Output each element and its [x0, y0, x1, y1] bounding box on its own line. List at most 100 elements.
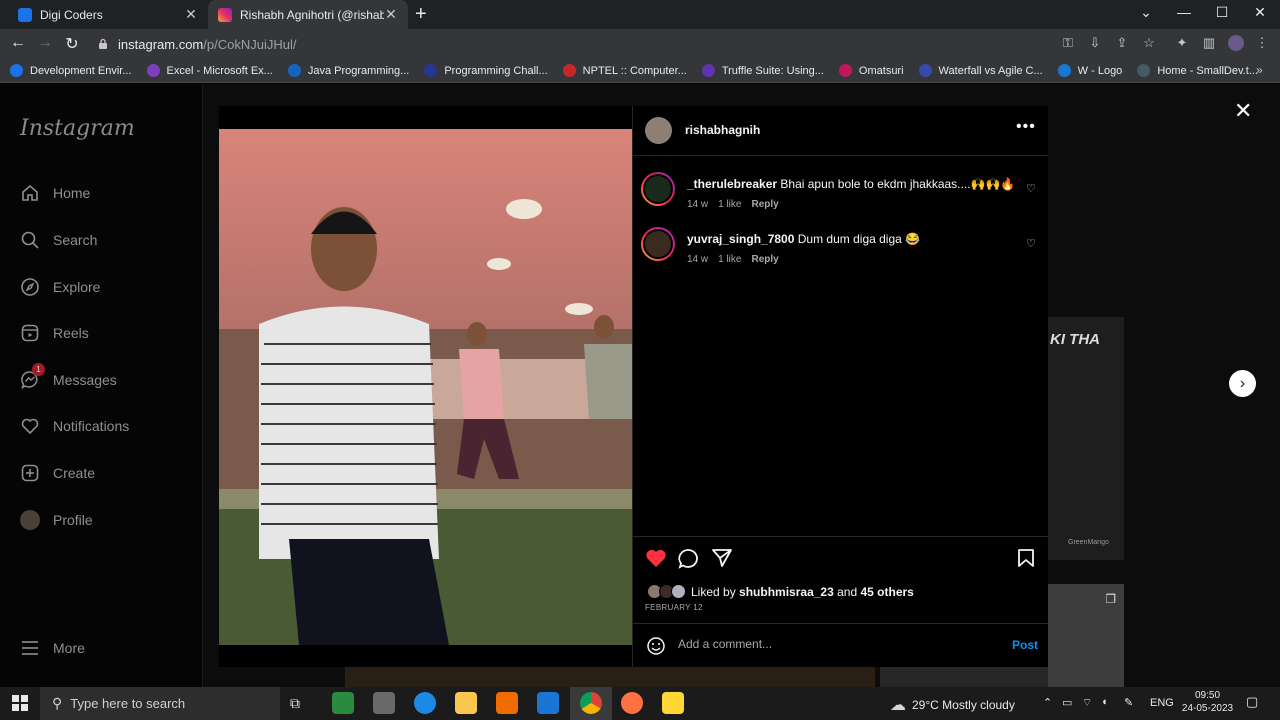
save-bookmark-icon[interactable] [1017, 548, 1035, 573]
emoji-smiley-icon[interactable] [646, 636, 666, 661]
new-tab-icon[interactable]: + [415, 3, 427, 26]
bookmark-item[interactable]: Omatsuri [838, 64, 904, 77]
bookmark-item[interactable]: Truffle Suite: Using... [701, 64, 824, 77]
more-options-icon[interactable]: ••• [1016, 118, 1036, 136]
maximize-icon[interactable]: ☐ [1212, 4, 1232, 21]
background-post-tile[interactable]: KI THA GreenMango [1048, 317, 1124, 560]
comment-input[interactable] [678, 637, 998, 651]
key-icon[interactable]: ⚿ [1059, 35, 1077, 51]
wifi-icon[interactable]: ⌔ [1082, 696, 1092, 710]
address-bar[interactable]: instagram.com/p/CokNJuiJHul/ [88, 32, 968, 56]
vscode-app-icon[interactable] [537, 692, 559, 714]
background-post-tile[interactable] [345, 667, 875, 687]
bookmark-item[interactable]: Development Envir... [10, 64, 132, 77]
owner-avatar[interactable] [645, 117, 672, 144]
sidebar-item-reels[interactable]: Reels [20, 321, 89, 345]
edge-app-icon[interactable] [414, 692, 436, 714]
extensions-icon[interactable]: ✦ [1173, 35, 1191, 51]
app-icon[interactable] [373, 692, 395, 714]
post-comment-button[interactable]: Post [1012, 638, 1038, 652]
like-heart-icon[interactable] [645, 548, 667, 573]
comment-time[interactable]: 14 w [687, 199, 708, 210]
bookmark-item[interactable]: Home - SmallDev.t... [1137, 64, 1258, 77]
next-post-chevron-right-icon[interactable]: › [1229, 370, 1256, 397]
reload-icon[interactable]: ↻ [62, 34, 82, 54]
tab-close-icon[interactable]: ✕ [184, 6, 198, 23]
sidebar-item-search[interactable]: Search [20, 228, 97, 252]
likes-others-link[interactable]: 45 others [860, 585, 913, 599]
close-icon[interactable]: ✕ [1234, 98, 1252, 124]
share-icon[interactable]: ⇪ [1113, 35, 1131, 51]
sublime-app-icon[interactable] [496, 692, 518, 714]
tab-close-icon[interactable]: ✕ [384, 6, 398, 23]
share-send-icon[interactable] [711, 548, 733, 573]
post-photo[interactable] [219, 129, 632, 645]
chrome-app-icon[interactable] [580, 692, 602, 714]
owner-username[interactable]: rishabhagnih [685, 123, 760, 137]
commenter-avatar[interactable] [641, 172, 675, 206]
app-icon[interactable] [662, 692, 684, 714]
more-bookmarks-icon[interactable]: » [1256, 63, 1263, 77]
notification-center-icon[interactable]: ▢ [1246, 694, 1258, 710]
comment-like-heart-icon[interactable]: ♡ [1026, 182, 1036, 195]
comment-like-count[interactable]: 1 like [718, 199, 741, 210]
liked-by-user[interactable]: shubhmisraa_23 [739, 585, 834, 599]
sidebar-item-notifications[interactable]: Notifications [20, 414, 129, 438]
reply-button[interactable]: Reply [751, 254, 778, 265]
background-post-tile[interactable]: ❐ [1048, 584, 1124, 687]
background-post-tile[interactable] [880, 667, 1048, 687]
comment-like-count[interactable]: 1 like [718, 254, 741, 265]
liker-avatar [671, 584, 686, 599]
clock[interactable]: 09:50 24-05-2023 [1180, 689, 1235, 715]
tab-search-chevron-icon[interactable]: ⌄ [1136, 4, 1156, 21]
sidebar-item-more[interactable]: More [20, 636, 85, 660]
postman-app-icon[interactable] [621, 692, 643, 714]
comment-time[interactable]: 14 w [687, 254, 708, 265]
bookmark-item[interactable]: Programming Chall... [424, 64, 548, 77]
tray-chevron-up-icon[interactable]: ⌃ [1043, 696, 1052, 709]
minimize-icon[interactable]: — [1174, 4, 1194, 20]
instagram-logo[interactable]: Instagram [20, 116, 135, 141]
bookmark-item[interactable]: Excel - Microsoft Ex... [146, 64, 273, 77]
back-icon[interactable]: ← [8, 34, 28, 52]
kebab-menu-icon[interactable]: ⋮ [1253, 35, 1271, 51]
taskbar-search-box[interactable]: ⚲ Type here to search [40, 687, 280, 720]
post-date[interactable]: FEBRUARY 12 [645, 603, 703, 612]
bookmark-item[interactable]: NPTEL :: Computer... [562, 64, 687, 77]
comment-bubble-icon[interactable] [678, 548, 700, 574]
close-window-icon[interactable]: ✕ [1250, 4, 1270, 21]
pycharm-app-icon[interactable] [332, 692, 354, 714]
side-panel-icon[interactable]: ▥ [1200, 35, 1218, 51]
task-view-icon[interactable]: ⧉ [290, 695, 300, 712]
sidebar-item-profile[interactable]: Profile [20, 508, 93, 532]
comment-username[interactable]: yuvraj_singh_7800 [687, 232, 794, 246]
install-icon[interactable]: ⇩ [1086, 35, 1104, 51]
bookmark-item[interactable]: W - Logo [1057, 64, 1122, 77]
comment-username[interactable]: _therulebreaker [687, 177, 777, 191]
weather-widget[interactable]: ☁ 29°C Mostly cloudy [890, 695, 1015, 715]
bookmark-item[interactable]: Java Programming... [287, 64, 409, 77]
sidebar-item-explore[interactable]: Explore [20, 275, 100, 299]
sidebar-item-create[interactable]: Create [20, 461, 95, 485]
bookmark-star-icon[interactable]: ☆ [1140, 35, 1158, 51]
bookmark-favicon-icon [1057, 64, 1071, 77]
browser-tab-instagram[interactable]: Rishabh Agnihotri (@rishabhagnih ✕ [208, 0, 408, 29]
bookmark-favicon-icon [701, 64, 715, 77]
sidebar-item-home[interactable]: Home [20, 181, 90, 205]
reels-icon [20, 323, 40, 343]
reply-button[interactable]: Reply [751, 199, 778, 210]
language-indicator[interactable]: ENG [1150, 697, 1174, 709]
comment-like-heart-icon[interactable]: ♡ [1026, 237, 1036, 250]
windows-start-icon[interactable] [12, 695, 28, 716]
browser-tab-digi-coders[interactable]: Digi Coders ✕ [8, 0, 208, 29]
forward-icon[interactable]: → [35, 34, 55, 52]
commenter-avatar[interactable] [641, 227, 675, 261]
sidebar-item-messages[interactable]: 1 Messages [20, 363, 117, 392]
bookmark-item[interactable]: Waterfall vs Agile C... [918, 64, 1043, 77]
comment-meta: 14 w 1 like Reply [687, 199, 779, 210]
volume-icon[interactable]: ◖ [1101, 696, 1108, 708]
profile-avatar[interactable] [1228, 35, 1244, 51]
pen-icon[interactable]: ✎ [1124, 696, 1133, 709]
file-explorer-app-icon[interactable] [455, 692, 477, 714]
battery-icon[interactable]: ▭ [1062, 696, 1072, 709]
